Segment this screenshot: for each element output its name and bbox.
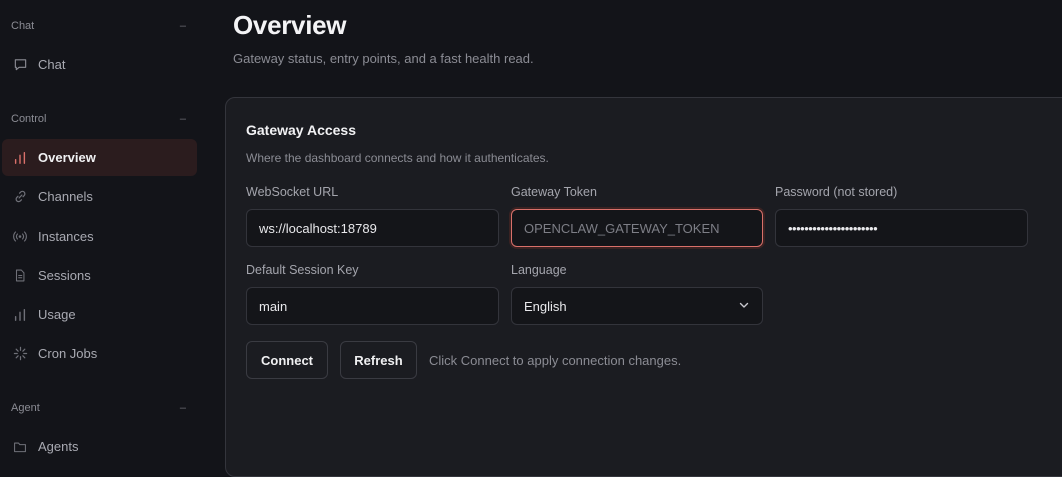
sidebar-item-sessions[interactable]: Sessions: [2, 257, 197, 294]
chevron-down-icon: [738, 299, 750, 314]
sidebar-item-usage[interactable]: Usage: [2, 296, 197, 333]
section-header-control[interactable]: Control –: [11, 111, 186, 127]
sidebar-item-chat[interactable]: Chat: [2, 46, 197, 83]
sidebar-item-overview[interactable]: Overview: [2, 139, 197, 176]
gateway-token-label: Gateway Token: [511, 185, 597, 199]
session-key-label: Default Session Key: [246, 263, 359, 277]
sidebar-item-label: Chat: [38, 57, 66, 72]
gateway-access-card: Gateway Access Where the dashboard conne…: [225, 97, 1062, 477]
bar-chart-icon: [12, 150, 28, 166]
chat-bubble-icon: [12, 57, 28, 73]
sidebar-item-label: Instances: [38, 229, 94, 244]
password-label: Password (not stored): [775, 185, 898, 199]
connect-button[interactable]: Connect: [246, 341, 328, 379]
section-header-chat[interactable]: Chat –: [11, 18, 186, 34]
gateway-token-input[interactable]: OPENCLAW_GATEWAY_TOKEN: [511, 209, 763, 247]
card-title: Gateway Access: [246, 122, 356, 138]
sidebar-item-label: Channels: [38, 189, 93, 204]
session-key-input[interactable]: main: [246, 287, 499, 325]
refresh-button[interactable]: Refresh: [340, 341, 417, 379]
broadcast-icon: [12, 229, 28, 245]
sidebar-item-agents[interactable]: Agents: [2, 428, 197, 465]
collapse-icon[interactable]: –: [180, 20, 186, 32]
sidebar-item-label: Usage: [38, 307, 76, 322]
websocket-url-label: WebSocket URL: [246, 185, 339, 199]
main-content: Overview Gateway status, entry points, a…: [205, 0, 1062, 477]
section-header-agent[interactable]: Agent –: [11, 400, 186, 416]
document-icon: [12, 268, 28, 284]
collapse-icon[interactable]: –: [180, 402, 186, 414]
websocket-url-input[interactable]: ws://localhost:18789: [246, 209, 499, 247]
connection-hint: Click Connect to apply connection change…: [429, 353, 682, 368]
link-icon: [12, 189, 28, 205]
sidebar-item-instances[interactable]: Instances: [2, 218, 197, 255]
sidebar-item-label: Sessions: [38, 268, 91, 283]
folder-icon: [12, 439, 28, 455]
sidebar-item-label: Agents: [38, 439, 79, 454]
sidebar-item-channels[interactable]: Channels: [2, 178, 197, 215]
password-input[interactable]: ••••••••••••••••••••••: [775, 209, 1028, 247]
page-subtitle: Gateway status, entry points, and a fast…: [233, 51, 534, 66]
language-label: Language: [511, 263, 567, 277]
sidebar-item-label: Overview: [38, 150, 96, 165]
collapse-icon[interactable]: –: [180, 113, 186, 125]
card-subtitle: Where the dashboard connects and how it …: [246, 151, 549, 165]
language-select[interactable]: English: [511, 287, 763, 325]
sidebar: Chat – Chat Control – Overview Channels …: [0, 0, 205, 470]
sidebar-item-label: Cron Jobs: [38, 346, 98, 361]
sidebar-item-cron-jobs[interactable]: Cron Jobs: [2, 335, 197, 372]
page-title: Overview: [233, 10, 347, 40]
bar-chart-icon: [12, 307, 28, 323]
loader-icon: [12, 346, 28, 362]
